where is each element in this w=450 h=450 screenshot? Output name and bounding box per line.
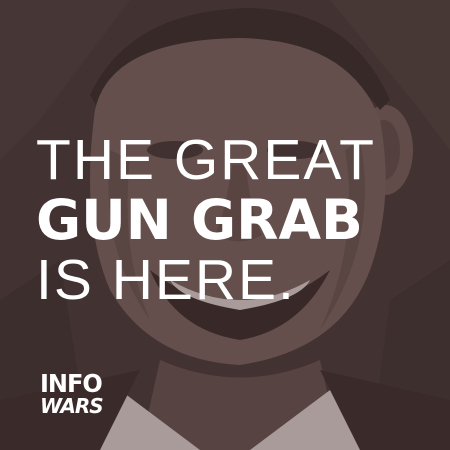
headline: THE GREAT GUN GRAB IS HERE. (36, 132, 436, 309)
headline-line-1: THE GREAT (36, 128, 376, 192)
infowars-logo: INFO WARS (40, 368, 120, 424)
logo-info-text: INFO (40, 368, 103, 399)
headline-line-3: IS HERE. (36, 248, 296, 312)
headline-line-2: GUN GRAB (36, 188, 363, 252)
logo-wars-text: WARS (40, 394, 104, 418)
meme-poster: THE GREAT GUN GRAB IS HERE. INFO WARS (0, 0, 450, 450)
